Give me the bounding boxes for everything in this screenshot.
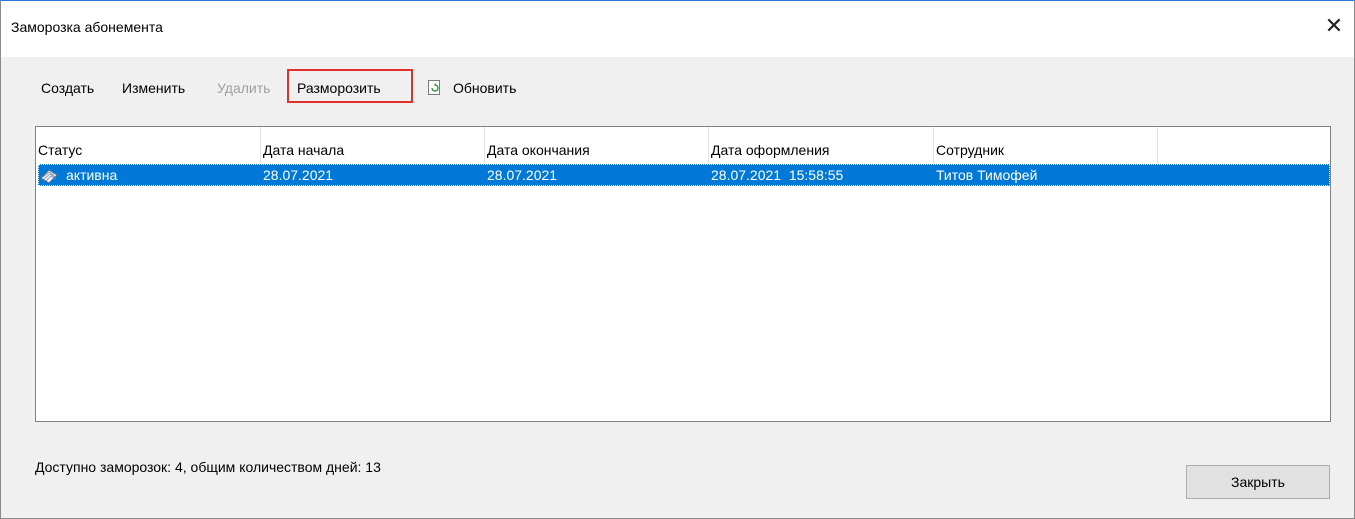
delete-button[interactable]: Удалить <box>217 77 270 99</box>
cell-start-date: 28.07.2021 <box>263 167 334 183</box>
cell-empty <box>1158 164 1330 186</box>
column-header-status[interactable]: Статус <box>36 127 261 163</box>
edit-button[interactable]: Изменить <box>122 77 185 99</box>
freeze-summary-text: Доступно заморозок: 4, общим количеством… <box>35 459 381 475</box>
grid-header: Статус Дата начала Дата окончания Дата о… <box>36 127 1330 163</box>
cell-status: активна <box>38 164 261 186</box>
column-header-employee[interactable]: Сотрудник <box>934 127 1158 163</box>
column-header-issue-date[interactable]: Дата оформления <box>709 127 934 163</box>
toolbar: Создать Изменить Удалить Разморозить Обн… <box>1 57 1354 117</box>
refresh-button[interactable]: Обновить <box>453 77 516 99</box>
status-value: активна <box>66 167 118 183</box>
title-bar: Заморозка абонемента ✕ <box>1 1 1354 57</box>
cell-end-date: 28.07.2021 <box>487 167 558 183</box>
column-header-end-date[interactable]: Дата окончания <box>485 127 709 163</box>
column-header-start-date[interactable]: Дата начала <box>261 127 485 163</box>
window-title: Заморозка абонемента <box>11 19 163 35</box>
refresh-document-icon[interactable] <box>428 80 442 96</box>
close-icon: ✕ <box>1324 13 1344 38</box>
freeze-record-icon <box>40 169 58 184</box>
table-row[interactable]: активна 28.07.2021 28.07.2021 28.07.2021… <box>38 164 1330 186</box>
column-header-empty <box>1158 127 1330 163</box>
freeze-list-grid[interactable]: Статус Дата начала Дата окончания Дата о… <box>35 126 1331 422</box>
close-button[interactable]: Закрыть <box>1186 465 1330 499</box>
freeze-subscription-dialog: Заморозка абонемента ✕ Создать Изменить … <box>0 0 1355 519</box>
cell-employee: Титов Тимофей <box>936 167 1038 183</box>
unfreeze-button[interactable]: Разморозить <box>297 77 381 99</box>
create-button[interactable]: Создать <box>41 77 94 99</box>
window-close-button[interactable]: ✕ <box>1314 11 1354 41</box>
cell-issue-date: 28.07.2021 15:58:55 <box>711 167 844 183</box>
